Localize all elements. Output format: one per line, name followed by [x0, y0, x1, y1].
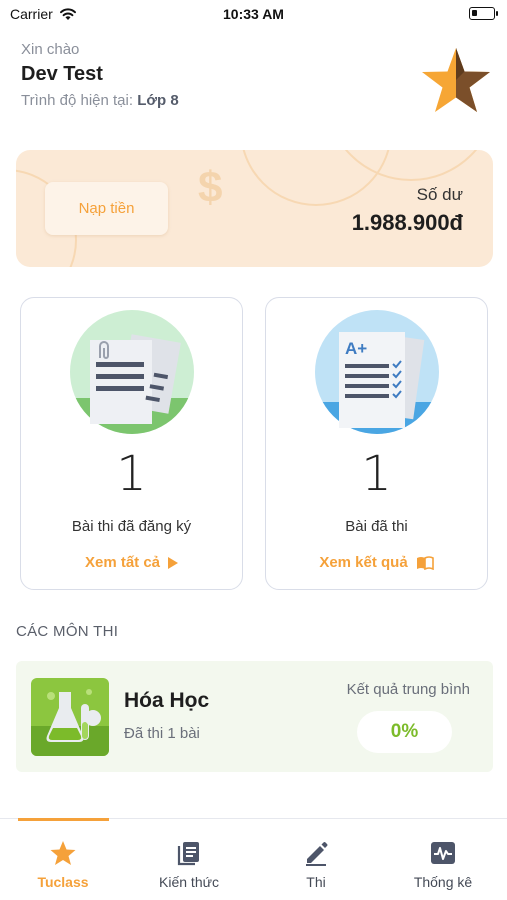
battery-fill — [472, 10, 477, 16]
star-icon — [50, 841, 76, 865]
completed-exams-label: Bài đã thi — [345, 518, 408, 535]
topup-button[interactable]: Nạp tiền — [45, 182, 168, 235]
chart-icon — [431, 842, 455, 864]
pencil-icon — [306, 842, 328, 866]
level-prefix: Trình độ hiện tại: — [21, 92, 138, 109]
tab-thi[interactable]: Thi — [253, 819, 379, 900]
play-icon — [168, 556, 179, 569]
status-bar: Carrier 10:33 AM — [0, 0, 507, 30]
tab-label-kien-thuc: Kiến thức — [159, 874, 219, 890]
view-all-link[interactable]: Xem tất cả — [21, 554, 242, 571]
active-tab-indicator — [18, 818, 109, 821]
tab-tuclass[interactable]: Tuclass — [0, 818, 126, 900]
completed-exams-card[interactable]: A+ 1 Bài đã thi Xem kết quả — [265, 297, 488, 590]
tab-label-tuclass: Tuclass — [37, 874, 89, 890]
view-all-label: Xem tất cả — [84, 554, 161, 571]
registered-exams-count: 1 — [116, 446, 147, 502]
tab-label-thong-ke: Thống kê — [413, 874, 473, 890]
view-results-label: Xem kết quả — [319, 554, 408, 571]
balance-label: Số dư — [416, 185, 463, 204]
completed-exams-count: 1 — [361, 446, 392, 502]
subjects-section-title: CÁC MÔN THI — [16, 623, 119, 640]
current-level: Trình độ hiện tại: Lớp 8 — [21, 92, 179, 109]
chemistry-icon — [31, 678, 109, 756]
greeting-text: Xin chào — [21, 41, 80, 58]
books-icon — [177, 842, 199, 866]
username: Dev Test — [21, 63, 103, 85]
subject-name: Hóa Học — [124, 689, 210, 712]
registered-exams-icon — [69, 310, 194, 434]
average-result-label: Kết quả trung bình — [346, 681, 470, 698]
subject-card-chemistry[interactable]: Hóa Học Đã thi 1 bài Kết quả trung bình … — [16, 661, 493, 772]
battery-icon — [469, 7, 498, 20]
svg-text:$: $ — [198, 163, 222, 212]
subject-exam-count: Đã thi 1 bài — [124, 725, 200, 742]
balance-card: $ Nạp tiền Số dư 1.988.900đ — [16, 150, 493, 267]
svg-text:A+: A+ — [345, 339, 367, 358]
clock: 10:33 AM — [223, 6, 284, 22]
book-icon — [416, 555, 434, 570]
star-icon — [422, 48, 490, 112]
tab-thong-ke[interactable]: Thống kê — [380, 819, 506, 900]
tab-bar: Tuclass Kiến thức Thi Thống kê — [0, 818, 507, 900]
registered-exams-card[interactable]: 1 Bài thi đã đăng ký Xem tất cả — [20, 297, 243, 590]
view-results-link[interactable]: Xem kết quả — [266, 554, 487, 571]
tab-kien-thuc[interactable]: Kiến thức — [126, 819, 252, 900]
exam-result-icon: A+ — [314, 310, 439, 434]
tab-label-thi: Thi — [306, 874, 326, 890]
level-value: Lớp 8 — [137, 92, 179, 109]
average-result-value: 0% — [357, 711, 452, 753]
balance-value: 1.988.900đ — [351, 210, 463, 235]
registered-exams-label: Bài thi đã đăng ký — [71, 518, 192, 535]
